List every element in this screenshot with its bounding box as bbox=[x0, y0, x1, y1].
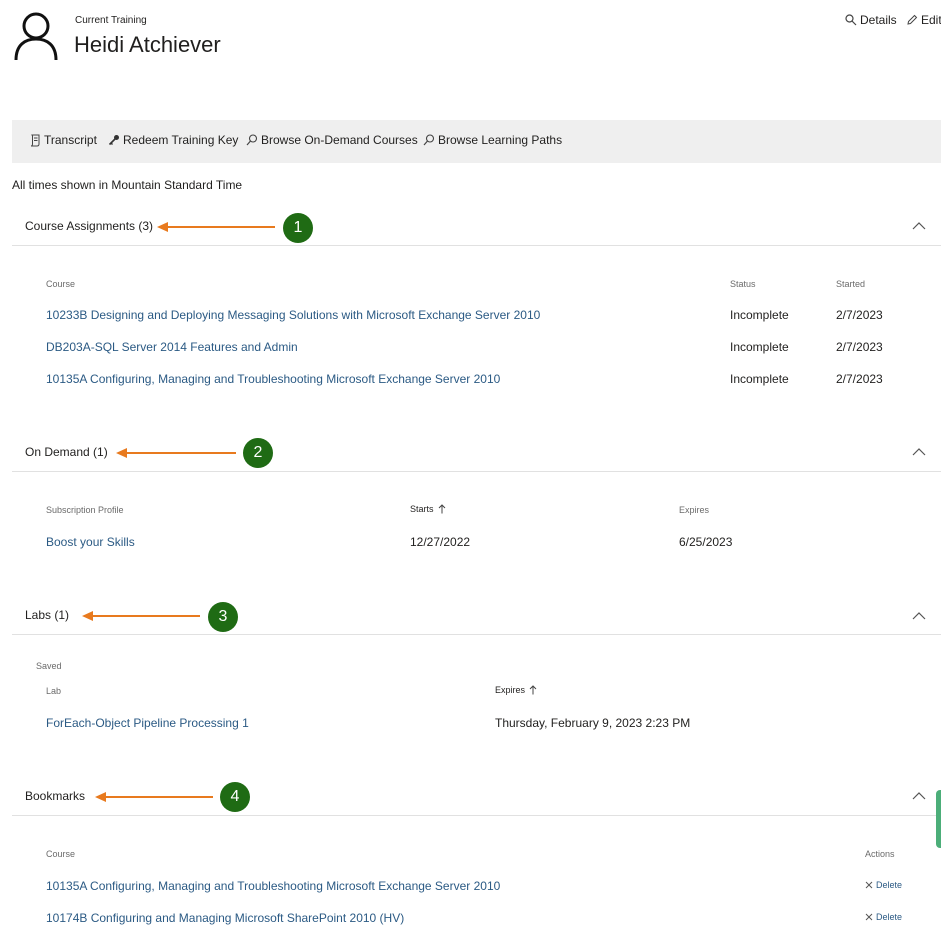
column-header-lab-expires[interactable]: Expires bbox=[495, 685, 537, 695]
course-status: Incomplete bbox=[730, 372, 789, 386]
section-divider bbox=[12, 634, 941, 635]
annotation-arrow bbox=[82, 611, 200, 621]
course-link[interactable]: 10135A Configuring, Managing and Trouble… bbox=[46, 372, 500, 386]
delete-bookmark-button[interactable]: Delete bbox=[865, 912, 902, 922]
chevron-up-icon[interactable] bbox=[912, 447, 926, 457]
transcript-button[interactable]: Transcript bbox=[29, 133, 97, 147]
page-overline: Current Training bbox=[75, 15, 147, 26]
chevron-up-icon[interactable] bbox=[912, 791, 926, 801]
page-title: Heidi Atchiever bbox=[74, 32, 221, 57]
delete-label: Delete bbox=[876, 912, 903, 922]
course-status: Incomplete bbox=[730, 308, 789, 322]
starts-date: 12/27/2022 bbox=[410, 535, 471, 549]
delete-bookmark-button[interactable]: Delete bbox=[865, 880, 902, 890]
chevron-up-icon[interactable] bbox=[912, 221, 926, 231]
redeem-training-key-button[interactable]: Redeem Training Key bbox=[108, 133, 238, 147]
command-toolbar: Transcript Redeem Training Key Browse On… bbox=[12, 120, 941, 163]
column-header-lab[interactable]: Lab bbox=[46, 686, 61, 696]
sort-up-arrow-icon bbox=[438, 504, 445, 514]
sort-up-arrow-icon bbox=[529, 685, 537, 695]
labs-group-saved: Saved bbox=[36, 661, 62, 671]
browse-paths-label: Browse Learning Paths bbox=[438, 133, 563, 147]
column-header-actions: Actions bbox=[865, 849, 895, 859]
transcript-icon bbox=[30, 134, 40, 146]
section-divider bbox=[12, 815, 941, 816]
search-icon bbox=[845, 14, 857, 26]
annotation-arrow bbox=[157, 222, 275, 232]
column-header-starts[interactable]: Starts bbox=[410, 504, 446, 514]
user-avatar-icon bbox=[14, 12, 58, 61]
course-started: 2/7/2023 bbox=[836, 372, 883, 386]
annotation-badge-4: 4 bbox=[220, 782, 250, 812]
chevron-up-icon[interactable] bbox=[912, 611, 926, 621]
delete-label: Delete bbox=[876, 880, 903, 890]
course-started: 2/7/2023 bbox=[836, 308, 883, 322]
annotation-arrow bbox=[116, 448, 236, 458]
edit-label: Edit bbox=[921, 13, 941, 27]
subscription-profile-link[interactable]: Boost your Skills bbox=[46, 535, 135, 549]
browse-courses-label: Browse On-Demand Courses bbox=[261, 133, 418, 147]
course-link[interactable]: DB203A-SQL Server 2014 Features and Admi… bbox=[46, 340, 298, 354]
section-divider bbox=[12, 245, 941, 246]
browse-on-demand-courses-button[interactable]: Browse On-Demand Courses bbox=[246, 133, 418, 147]
lab-expires-value: Thursday, February 9, 2023 2:23 PM bbox=[495, 716, 691, 730]
transcript-label: Transcript bbox=[44, 133, 97, 147]
course-status: Incomplete bbox=[730, 340, 789, 354]
section-divider bbox=[12, 471, 941, 472]
lab-expires-label: Expires bbox=[495, 685, 526, 695]
side-panel-tab[interactable] bbox=[936, 790, 941, 848]
close-icon bbox=[865, 913, 873, 921]
bookmark-course-link[interactable]: 10174B Configuring and Managing Microsof… bbox=[46, 911, 404, 925]
course-assignments-heading[interactable]: Course Assignments (3) bbox=[25, 219, 153, 233]
bookmark-course-link[interactable]: 10135A Configuring, Managing and Trouble… bbox=[46, 879, 500, 893]
search-icon bbox=[246, 134, 258, 146]
starts-label: Starts bbox=[410, 504, 434, 514]
column-header-subscription-profile[interactable]: Subscription Profile bbox=[46, 505, 124, 515]
column-header-course[interactable]: Course bbox=[46, 279, 75, 289]
pencil-icon bbox=[907, 14, 918, 25]
details-label: Details bbox=[860, 13, 897, 27]
course-started: 2/7/2023 bbox=[836, 340, 883, 354]
annotation-badge-3: 3 bbox=[208, 602, 238, 632]
annotation-arrow bbox=[95, 792, 213, 802]
search-icon bbox=[423, 134, 435, 146]
column-header-started[interactable]: Started bbox=[836, 279, 865, 289]
annotation-badge-2: 2 bbox=[243, 438, 273, 468]
column-header-status[interactable]: Status bbox=[730, 279, 756, 289]
browse-learning-paths-button[interactable]: Browse Learning Paths bbox=[423, 133, 562, 147]
close-icon bbox=[865, 881, 873, 889]
timezone-note: All times shown in Mountain Standard Tim… bbox=[12, 178, 243, 192]
edit-button[interactable]: Edit bbox=[906, 13, 941, 27]
bookmarks-heading[interactable]: Bookmarks bbox=[25, 789, 85, 803]
course-link[interactable]: 10233B Designing and Deploying Messaging… bbox=[46, 308, 540, 322]
on-demand-heading[interactable]: On Demand (1) bbox=[25, 445, 108, 459]
column-header-bookmark-course[interactable]: Course bbox=[46, 849, 75, 859]
labs-heading[interactable]: Labs (1) bbox=[25, 608, 69, 622]
redeem-label: Redeem Training Key bbox=[123, 133, 239, 147]
key-icon bbox=[108, 135, 119, 146]
expires-date: 6/25/2023 bbox=[679, 535, 733, 549]
annotation-badge-1: 1 bbox=[283, 213, 313, 243]
details-button[interactable]: Details bbox=[845, 13, 897, 27]
lab-link[interactable]: ForEach-Object Pipeline Processing 1 bbox=[46, 716, 249, 730]
column-header-expires[interactable]: Expires bbox=[679, 505, 709, 515]
